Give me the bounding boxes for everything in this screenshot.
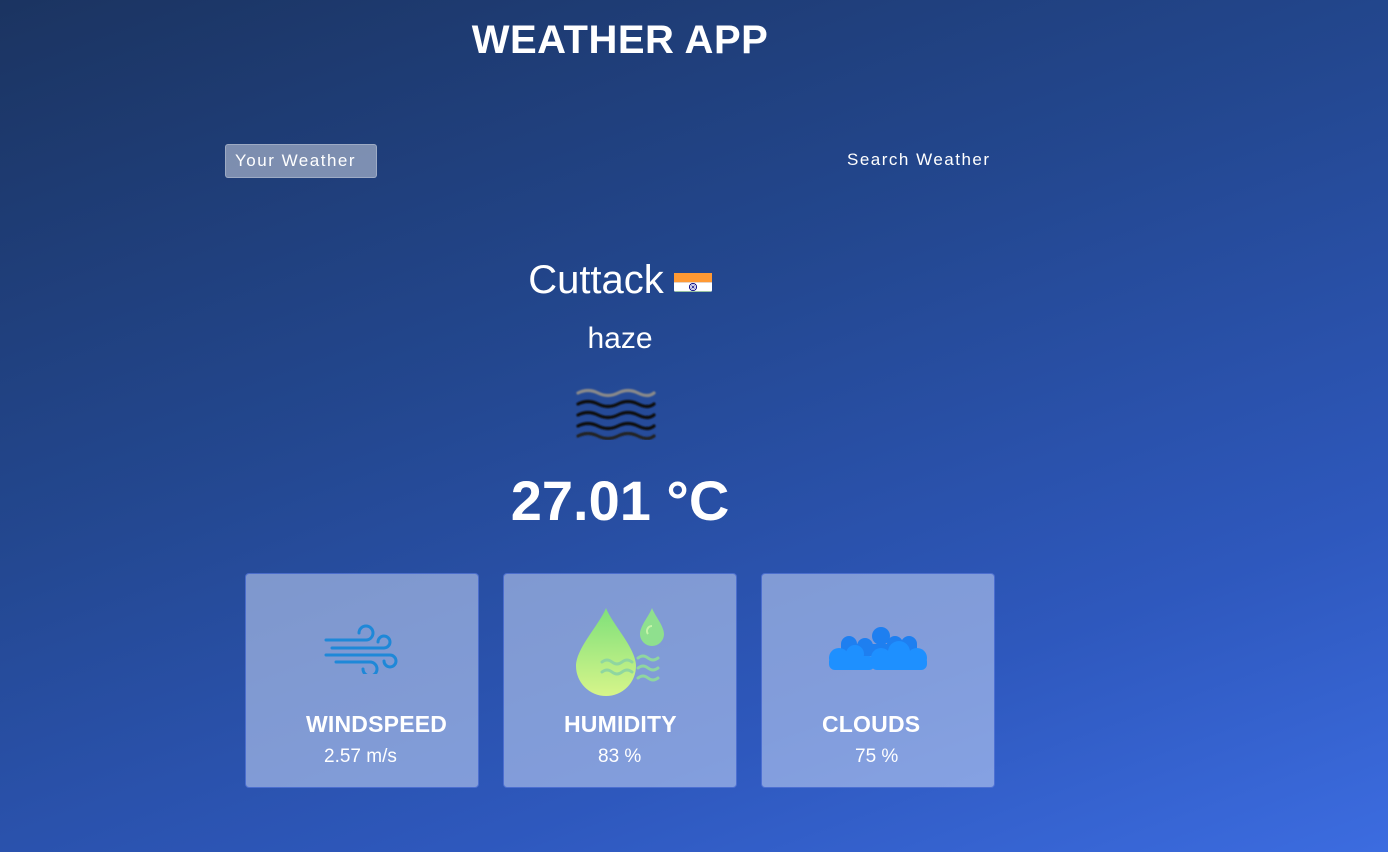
- temperature: 27.01 °C: [510, 469, 730, 532]
- humidity-value: 83 %: [598, 746, 642, 767]
- weather-description: haze: [587, 322, 653, 355]
- app-title: WEATHER APP: [471, 18, 769, 62]
- wind-icon: [246, 604, 480, 694]
- clouds-label: CLOUDS: [822, 711, 921, 737]
- tab-search-weather[interactable]: Search Weather: [838, 144, 1018, 178]
- windspeed-value: 2.57 m/s: [324, 746, 397, 767]
- tab-your-weather[interactable]: Your Weather: [225, 144, 377, 178]
- location-heading: Cuttack: [0, 256, 1240, 304]
- windspeed-card: WINDSPEED 2.57 m/s: [245, 573, 479, 788]
- humidity-card: HUMIDITY 83 %: [503, 573, 737, 788]
- humidity-label: HUMIDITY: [564, 711, 677, 737]
- india-flag-icon: [673, 264, 712, 293]
- clouds-card: CLOUDS 75 %: [761, 573, 995, 788]
- clouds-value: 75 %: [855, 746, 899, 767]
- windspeed-label: WINDSPEED: [306, 711, 448, 737]
- humidity-icon: [504, 602, 736, 698]
- haze-icon: [574, 384, 658, 441]
- city-name: Cuttack: [528, 258, 664, 302]
- clouds-icon: [762, 604, 994, 694]
